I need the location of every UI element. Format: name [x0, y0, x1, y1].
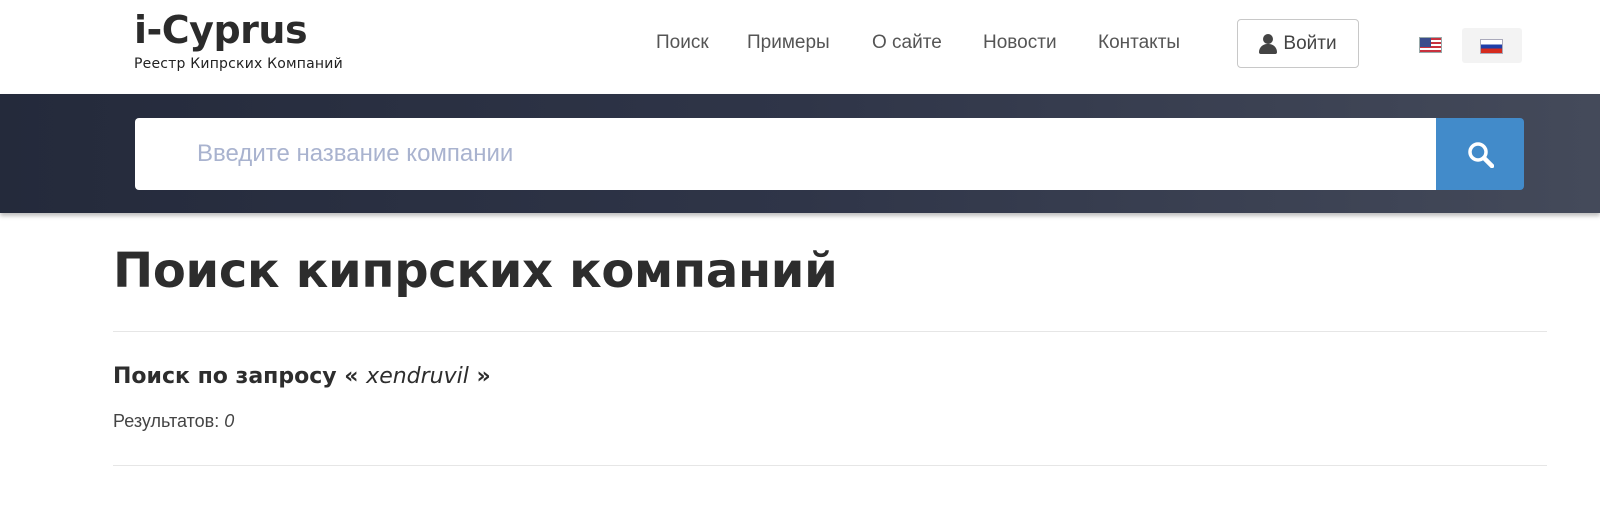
us-flag-icon[interactable]	[1419, 37, 1442, 53]
ru-flag-icon[interactable]	[1480, 39, 1503, 54]
login-button[interactable]: Войти	[1237, 19, 1359, 68]
company-search-input[interactable]	[135, 118, 1436, 190]
results-summary: Результатов: 0	[113, 411, 234, 432]
nav-item-examples[interactable]: Примеры	[747, 32, 830, 54]
search-band	[0, 94, 1600, 213]
query-term: xendruvil	[366, 364, 469, 389]
page-title: Поиск кипрских компаний	[113, 243, 838, 299]
nav-item-news[interactable]: Новости	[983, 32, 1057, 54]
divider	[113, 331, 1547, 332]
query-suffix: »	[476, 364, 491, 389]
search-button[interactable]	[1436, 118, 1524, 190]
brand-subtitle: Реестр Кипрских Компаний	[134, 56, 343, 72]
search-query-heading: Поиск по запросу « xendruvil »	[113, 364, 491, 389]
divider	[113, 465, 1547, 466]
search-icon	[1468, 142, 1494, 168]
nav-item-about[interactable]: О сайте	[872, 32, 942, 54]
site-header: i-Cyprus Реестр Кипрских Компаний Поиск …	[0, 0, 1600, 94]
nav-item-contacts[interactable]: Контакты	[1098, 32, 1180, 54]
nav-item-search[interactable]: Поиск	[656, 32, 709, 54]
brand-title[interactable]: i-Cyprus	[134, 8, 343, 52]
language-ru-selected[interactable]	[1462, 28, 1522, 63]
results-label: Результатов:	[113, 411, 220, 431]
results-count: 0	[224, 411, 235, 431]
brand-logo[interactable]: i-Cyprus Реестр Кипрских Компаний	[134, 8, 343, 72]
user-icon	[1259, 33, 1278, 54]
query-prefix: Поиск по запросу «	[113, 364, 359, 389]
login-button-label: Войти	[1283, 32, 1337, 54]
